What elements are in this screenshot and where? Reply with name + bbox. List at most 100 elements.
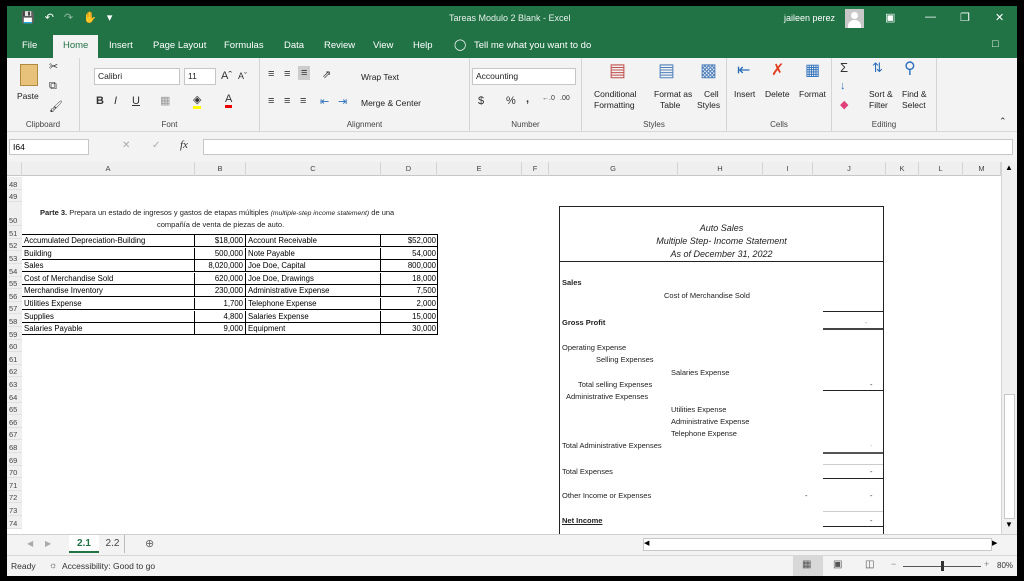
tab-view[interactable]: View (373, 40, 393, 51)
format-cells-button[interactable]: Format (799, 89, 826, 99)
row-header-58[interactable]: 58 (7, 314, 22, 327)
tab-page-layout[interactable]: Page Layout (153, 40, 206, 51)
row-header-60[interactable]: 60 (7, 339, 22, 353)
column-header-e[interactable]: E (437, 162, 522, 176)
insert-cells-icon[interactable]: ⇤ (737, 60, 750, 80)
horizontal-scrollbar[interactable] (643, 538, 992, 551)
borders-icon[interactable]: ▦ (160, 94, 170, 107)
conditional-formatting-button[interactable]: Conditional (594, 89, 637, 99)
bottom-align-icon[interactable]: ≡ (298, 66, 311, 80)
account-name[interactable]: Merchandise Inventory (22, 285, 195, 298)
tell-me-search[interactable]: Tell me what you want to do (474, 40, 591, 51)
font-size-select[interactable]: 11 (184, 68, 216, 85)
copy-icon[interactable]: ⧉ (49, 80, 57, 93)
account-name[interactable]: Account Receivable (246, 235, 381, 247)
column-header-k[interactable]: K (886, 162, 919, 176)
account-name[interactable]: Joe Doe, Capital (246, 260, 381, 273)
column-header-f[interactable]: F (522, 162, 549, 176)
shrink-font-icon[interactable]: Aˇ (238, 71, 247, 81)
fill-icon[interactable]: ↓ (840, 80, 846, 92)
column-header-h[interactable]: H (678, 162, 763, 176)
page-layout-view-icon[interactable]: ▣ (833, 559, 842, 570)
row-header-55[interactable]: 55 (7, 276, 22, 290)
row-header-69[interactable]: 69 (7, 453, 22, 466)
bold-button[interactable]: B (96, 95, 104, 107)
grow-font-icon[interactable]: Aˆ (221, 70, 232, 82)
name-box[interactable]: I64 (9, 139, 89, 155)
tab-review[interactable]: Review (324, 40, 355, 51)
restore-icon[interactable]: ❐ (960, 11, 970, 24)
find-select-button[interactable]: Find & (902, 89, 927, 99)
vertical-scrollbar[interactable]: ▲ ▼ (1001, 162, 1017, 534)
account-name[interactable]: Cost of Merchandise Sold (22, 272, 195, 285)
insert-cells-button[interactable]: Insert (734, 89, 755, 99)
insert-function-icon[interactable]: fx (180, 139, 188, 151)
zoom-slider-thumb[interactable] (941, 561, 944, 571)
sort-filter-icon[interactable]: ⇅ (872, 60, 883, 76)
row-header-51[interactable]: 51 (7, 226, 22, 239)
select-all-corner[interactable] (7, 162, 22, 176)
account-amount[interactable]: 15,000 (381, 311, 438, 323)
row-header-53[interactable]: 53 (7, 251, 22, 264)
save-icon[interactable]: 💾 (21, 11, 35, 24)
underline-button[interactable]: U (132, 95, 140, 107)
format-as-table-label2[interactable]: Table (660, 100, 680, 110)
comma-button[interactable]: , (526, 93, 529, 105)
increase-decimal-icon[interactable]: ←.0 (542, 95, 555, 102)
zoom-level[interactable]: 80% (997, 561, 1013, 570)
row-header-62[interactable]: 62 (7, 364, 22, 378)
row-header-71[interactable]: 71 (7, 478, 22, 491)
ribbon-display-icon[interactable]: ▣ (885, 11, 895, 24)
account-name[interactable]: Administrative Expense (246, 285, 381, 298)
normal-view-button[interactable]: ▦ (793, 556, 823, 576)
tab-file[interactable]: File (22, 40, 37, 51)
tab-help[interactable]: Help (413, 40, 433, 51)
zoom-out-icon[interactable]: − (891, 559, 896, 569)
paste-button[interactable]: Paste (17, 91, 39, 101)
align-left-icon[interactable]: ≡ (268, 95, 274, 107)
account-amount[interactable]: 1,700 (195, 298, 246, 310)
format-as-table-icon[interactable]: ▤ (658, 60, 675, 81)
column-header-l[interactable]: L (919, 162, 963, 176)
increase-indent-icon[interactable]: ⇥ (338, 95, 347, 108)
row-header-72[interactable]: 72 (7, 490, 22, 504)
font-color-icon[interactable]: A (225, 93, 233, 108)
find-select-label2[interactable]: Select (902, 100, 926, 110)
find-select-icon[interactable]: ⚲ (904, 58, 916, 78)
clear-icon[interactable]: ◆ (840, 98, 848, 111)
align-right-icon[interactable]: ≡ (300, 95, 306, 107)
row-header-54[interactable]: 54 (7, 264, 22, 277)
sheet-tab-2-1[interactable]: 2.1 (69, 535, 99, 553)
column-header-a[interactable]: A (22, 162, 195, 176)
formula-input[interactable] (203, 139, 1013, 155)
row-header-61[interactable]: 61 (7, 352, 22, 365)
account-name[interactable]: Utilities Expense (22, 298, 195, 310)
account-name[interactable]: Note Payable (246, 247, 381, 260)
cell-styles-button[interactable]: Cell (704, 89, 719, 99)
row-header-57[interactable]: 57 (7, 301, 22, 315)
row-header-48[interactable]: 48 (7, 177, 22, 190)
row-header-50[interactable]: 50 (7, 202, 22, 227)
column-header-b[interactable]: B (195, 162, 246, 176)
tab-formulas[interactable]: Formulas (224, 40, 264, 51)
paste-icon[interactable] (20, 64, 38, 86)
center-icon[interactable]: ≡ (284, 95, 290, 107)
worksheet-grid[interactable]: ABCDEFGHIJKLM 48 49 50 51 52 53 54 55 56 57 58 59 60… (7, 162, 1001, 534)
account-amount[interactable]: 800,000 (381, 260, 438, 272)
cut-icon[interactable]: ✂ (49, 60, 58, 73)
account-amount[interactable]: 500,000 (195, 247, 246, 260)
sheet-tab-2-2[interactable]: 2.2 (101, 535, 125, 553)
sort-filter-label2[interactable]: Filter (869, 100, 888, 110)
format-as-table-button[interactable]: Format as (654, 89, 692, 99)
user-name[interactable]: jaileen perez (784, 13, 835, 23)
row-header-49[interactable]: 49 (7, 189, 22, 203)
account-amount[interactable]: 2,000 (381, 298, 438, 310)
enter-icon[interactable]: ✓ (152, 140, 160, 151)
account-amount[interactable]: 18,000 (381, 273, 438, 285)
column-header-c[interactable]: C (246, 162, 381, 176)
account-amount[interactable]: 30,000 (381, 323, 438, 335)
sort-filter-button[interactable]: Sort & (869, 89, 893, 99)
account-name[interactable]: Building (22, 247, 195, 260)
account-amount[interactable]: 230,000 (195, 285, 246, 298)
sheet-next-icon[interactable]: ▶ (45, 539, 51, 548)
